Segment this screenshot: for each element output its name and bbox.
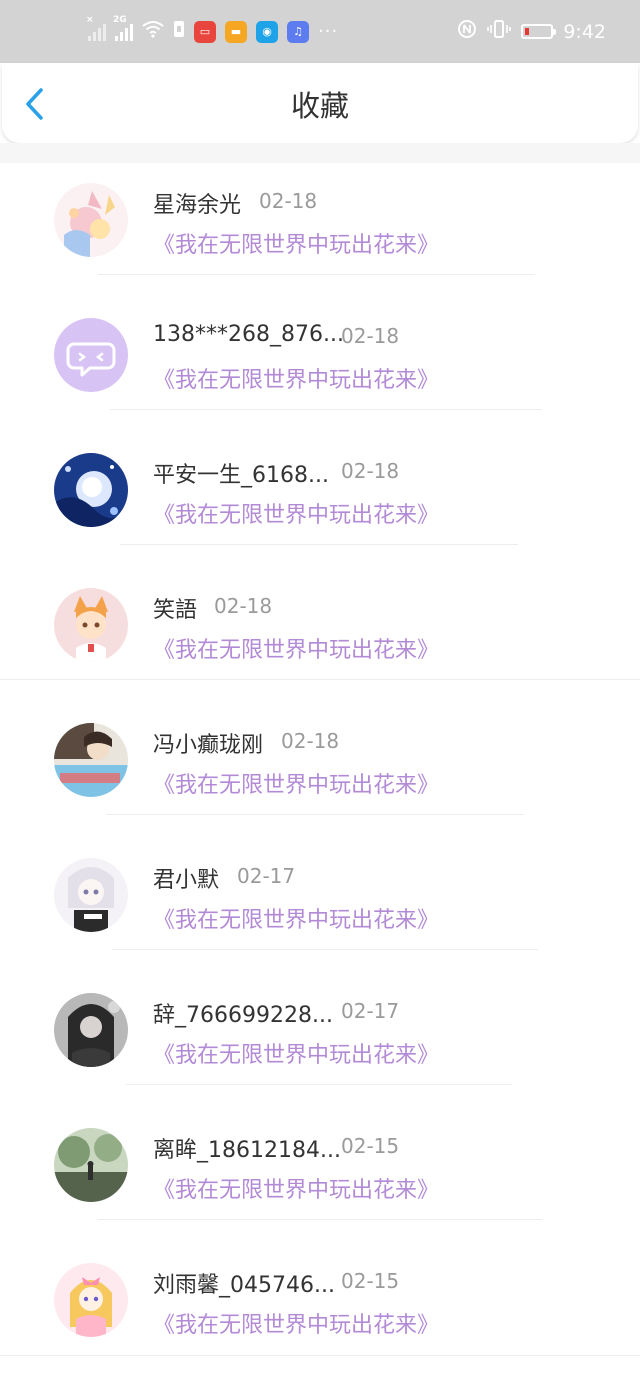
username[interactable]: 平安一生_6168... (153, 457, 329, 489)
book-title[interactable]: 《我在无限世界中玩出花来》 (153, 902, 439, 934)
book-title[interactable]: 《我在无限世界中玩出花来》 (153, 497, 439, 529)
status-right: 9:42 (457, 19, 606, 44)
book-title[interactable]: 《我在无限世界中玩出花来》 (153, 227, 439, 259)
header-gap (0, 143, 640, 163)
list-item[interactable]: 星海余光 02-18 《我在无限世界中玩出花来》 (0, 163, 640, 298)
divider (112, 949, 538, 950)
avatar[interactable] (54, 318, 128, 392)
avatar[interactable] (54, 588, 128, 662)
nfc-icon (457, 19, 477, 44)
more-notifications-icon: ··· (318, 21, 339, 42)
list-item[interactable]: 刘雨馨_045746... 02-15 《我在无限世界中玩出花来》 (0, 1243, 640, 1378)
username[interactable]: 辞_766699228... (153, 997, 333, 1029)
avatar[interactable] (54, 1263, 128, 1337)
divider (0, 679, 640, 680)
date: 02-18 (259, 189, 318, 213)
list-item[interactable]: 辞_766699228... 02-17 《我在无限世界中玩出花来》 (0, 973, 640, 1108)
list-item[interactable]: 138***268_876... 02-18 《我在无限世界中玩出花来》 (0, 298, 640, 433)
book-title[interactable]: 《我在无限世界中玩出花来》 (153, 1037, 439, 1069)
date: 02-18 (281, 729, 340, 753)
date: 02-17 (237, 864, 296, 888)
divider (110, 409, 542, 410)
username[interactable]: 刘雨馨_045746... (153, 1267, 335, 1299)
book-title[interactable]: 《我在无限世界中玩出花来》 (153, 362, 439, 394)
divider (98, 1219, 542, 1220)
live-app-icon: ▬ (225, 20, 247, 43)
status-bar: × 2G ▭ ▬ ◉ ♫ ··· 9:42 (0, 0, 640, 63)
divider (106, 814, 524, 815)
username[interactable]: 君小默 (153, 862, 219, 894)
status-left: × 2G ▭ ▬ ◉ ♫ ··· (86, 15, 339, 43)
date: 02-17 (341, 999, 400, 1023)
divider (126, 1084, 512, 1085)
favorites-list: 星海余光 02-18 《我在无限世界中玩出花来》 138***268_876..… (0, 163, 640, 1378)
book-title[interactable]: 《我在无限世界中玩出花来》 (153, 1172, 439, 1204)
list-item[interactable]: 离眸_18612184... 02-15 《我在无限世界中玩出花来》 (0, 1108, 640, 1243)
wifi-icon (142, 20, 164, 43)
avatar[interactable] (54, 723, 128, 797)
username[interactable]: 离眸_18612184... (153, 1132, 341, 1164)
date: 02-18 (341, 459, 400, 483)
username[interactable]: 星海余光 (153, 187, 241, 219)
signal-2-icon: 2G (113, 15, 133, 41)
list-item[interactable]: 平安一生_6168... 02-18 《我在无限世界中玩出花来》 (0, 433, 640, 568)
bulb-app-icon: ◉ (256, 20, 278, 43)
list-item[interactable]: 笑語 02-18 《我在无限世界中玩出花来》 (0, 568, 640, 703)
list-item[interactable]: 君小默 02-17 《我在无限世界中玩出花来》 (0, 838, 640, 973)
signal-1-icon: × (86, 15, 106, 41)
list-bottom-divider (0, 1355, 640, 1356)
divider (98, 274, 535, 275)
sim-icon (173, 20, 185, 43)
list-item[interactable]: 冯小癫珑刚 02-18 《我在无限世界中玩出花来》 (0, 703, 640, 838)
book-title[interactable]: 《我在无限世界中玩出花来》 (153, 767, 439, 799)
book-title[interactable]: 《我在无限世界中玩出花来》 (153, 1307, 439, 1339)
avatar[interactable] (54, 453, 128, 527)
date: 02-18 (341, 324, 400, 348)
status-clock: 9:42 (563, 20, 606, 43)
header: 收藏 (2, 63, 638, 143)
divider (120, 544, 518, 545)
date: 02-18 (214, 594, 273, 618)
signal-1-tag: × (86, 14, 94, 25)
username[interactable]: 笑語 (153, 592, 197, 624)
avatar[interactable] (54, 858, 128, 932)
battery-icon (521, 24, 557, 39)
book-title[interactable]: 《我在无限世界中玩出花来》 (153, 632, 439, 664)
signal-2-tag: 2G (113, 14, 127, 25)
username[interactable]: 冯小癫珑刚 (153, 727, 263, 759)
username[interactable]: 138***268_876... (153, 322, 344, 347)
date: 02-15 (341, 1269, 400, 1293)
music-app-icon: ♫ (287, 20, 309, 43)
page-title: 收藏 (290, 89, 349, 123)
vibrate-icon (487, 19, 512, 44)
avatar[interactable] (54, 1128, 128, 1202)
avatar[interactable] (54, 183, 128, 257)
avatar[interactable] (54, 993, 128, 1067)
shopping-app-icon: ▭ (194, 20, 216, 43)
date: 02-15 (341, 1134, 400, 1158)
